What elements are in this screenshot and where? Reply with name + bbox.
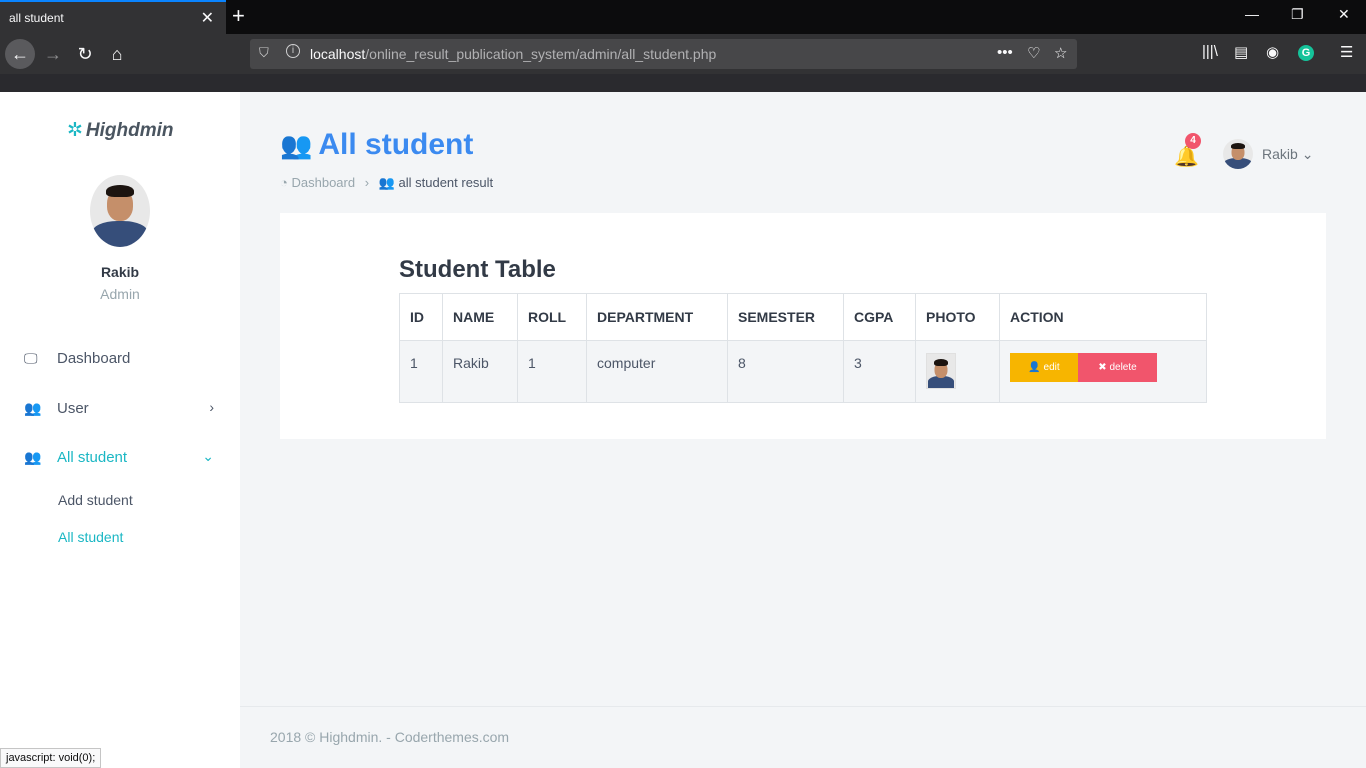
logo-icon: ✲ [67,120,83,141]
student-card: Student Table ID NAME ROLL DEPARTMENT SE… [280,213,1326,439]
submenu-add-student[interactable]: Add student [58,492,133,508]
student-table: ID NAME ROLL DEPARTMENT SEMESTER CGPA PH… [399,293,1207,403]
browser-tab-bar: all student ✕ + — ❐ ✕ [0,0,1366,34]
notification-badge: 4 [1185,133,1201,149]
column-header: DEPARTMENT [586,293,728,341]
student-photo [926,353,956,389]
tab-close-icon[interactable]: ✕ [201,8,214,28]
table-row: 1 Rakib 1 computer 8 3 👤 edit ✖ delete [399,340,1207,403]
top-user-menu[interactable]: Rakib ⌄ [1262,146,1313,163]
page-title: 👥 All student [280,128,473,162]
sidebar-item-user[interactable]: 👥 User › [24,398,224,420]
users-icon: 👥 [24,400,42,416]
edit-button[interactable]: 👤 edit [1010,353,1078,382]
user-edit-icon: 👤 [1028,362,1041,373]
page-title-text: All student [318,128,474,161]
column-header: NAME [442,293,518,341]
user-delete-icon: ✖ [1098,362,1107,373]
forward-icon[interactable]: → [38,39,68,69]
url-host: localhost [310,46,366,62]
cell-roll: 1 [517,340,587,403]
cell-name: Rakib [442,340,518,403]
cell-semester: 8 [727,340,844,403]
window-close-icon[interactable]: ✕ [1338,6,1350,23]
chevron-right-icon: › [209,399,214,415]
delete-label: delete [1109,362,1137,373]
column-header: ACTION [999,293,1207,341]
grammarly-icon[interactable]: G [1298,45,1314,61]
chevron-down-icon: ⌄ [1301,146,1314,162]
column-header: ROLL [517,293,587,341]
reload-icon[interactable]: ↻ [70,39,100,69]
account-icon[interactable]: ◉ [1266,43,1279,61]
cell-id: 1 [399,340,443,403]
delete-button[interactable]: ✖ delete [1078,353,1157,382]
cell-department: computer [586,340,728,403]
breadcrumb-current: all student result [398,175,494,190]
avatar [90,175,150,247]
tab-title: all student [9,11,64,25]
sidebar-user-name[interactable]: Rakib [0,264,240,280]
footer: 2018 © Highdmin. - Coderthemes.com [240,706,1366,768]
back-icon[interactable]: ← [5,39,35,69]
submenu-all-student[interactable]: All student [58,529,123,545]
hamburger-menu-icon[interactable]: ☰ [1340,43,1353,61]
minimize-icon[interactable]: — [1245,6,1259,22]
monitor-icon: 🖵 [24,350,38,366]
column-header: PHOTO [915,293,1000,341]
browser-nav-bar: ← → ↻ ⌂ ⛉ i localhost/online_result_publ… [0,34,1366,74]
page-actions-icon[interactable]: ••• [997,44,1013,61]
column-header: ID [399,293,443,341]
address-bar[interactable]: ⛉ i localhost/online_result_publication_… [250,39,1077,69]
sidebar-user-role: Admin [100,286,140,302]
cell-cgpa: 3 [843,340,916,403]
column-header: CGPA [843,293,916,341]
column-header: SEMESTER [727,293,844,341]
status-bar: javascript: void(0); [0,748,102,768]
library-icon[interactable]: |||\ [1202,43,1218,60]
home-icon[interactable]: ⌂ [102,39,132,69]
browser-tab[interactable]: all student ✕ [0,0,226,34]
bookmark-star-icon[interactable]: ☆ [1054,44,1067,62]
top-user-name: Rakib [1262,146,1298,162]
table-header-row: ID NAME ROLL DEPARTMENT SEMESTER CGPA PH… [399,293,1207,341]
users-icon: 👥 [24,449,42,465]
sidebar-item-dashboard[interactable]: 🖵 Dashboard [24,348,224,370]
info-icon[interactable]: i [286,44,300,58]
logo[interactable]: ✲ Highdmin [67,119,174,142]
breadcrumb: ◔ Dashboard › 👥 all student result [280,175,493,191]
sidebar-item-all-student[interactable]: 👥 All student ⌄ [24,447,224,469]
url-path: /online_result_publication_system/admin/… [365,46,717,62]
url-text[interactable]: localhost/online_result_publication_syst… [310,46,716,62]
restore-icon[interactable]: ❐ [1291,6,1304,23]
dashboard-icon: ◔ [280,175,288,190]
sidebar-item-label: User [57,400,89,417]
users-icon: 👥 [378,175,395,190]
cell-action: 👤 edit ✖ delete [999,340,1207,403]
footer-text: 2018 © Highdmin. - Coderthemes.com [270,729,510,745]
avatar[interactable] [1223,139,1253,169]
logo-text: Highdmin [85,120,174,141]
edit-label: edit [1043,362,1060,373]
breadcrumb-dashboard[interactable]: Dashboard [291,175,355,190]
sidebar-item-label: Dashboard [57,350,131,367]
shield-icon[interactable]: ⛉ [259,45,269,61]
table-title: Student Table [399,256,556,283]
sidebar: ✲ Highdmin Rakib Admin 🖵 Dashboard 👥 User… [0,92,240,768]
breadcrumb-separator: › [364,175,370,190]
chevron-down-icon: ⌄ [202,448,214,464]
new-tab-button[interactable]: + [232,3,245,29]
cell-photo [915,340,1000,403]
chrome-divider [0,74,1366,92]
sidebar-toggle-icon[interactable]: ▤ [1234,43,1248,61]
pocket-icon[interactable]: ♡ [1027,44,1040,62]
users-icon: 👥 [280,130,313,160]
sidebar-item-label: All student [57,449,128,466]
